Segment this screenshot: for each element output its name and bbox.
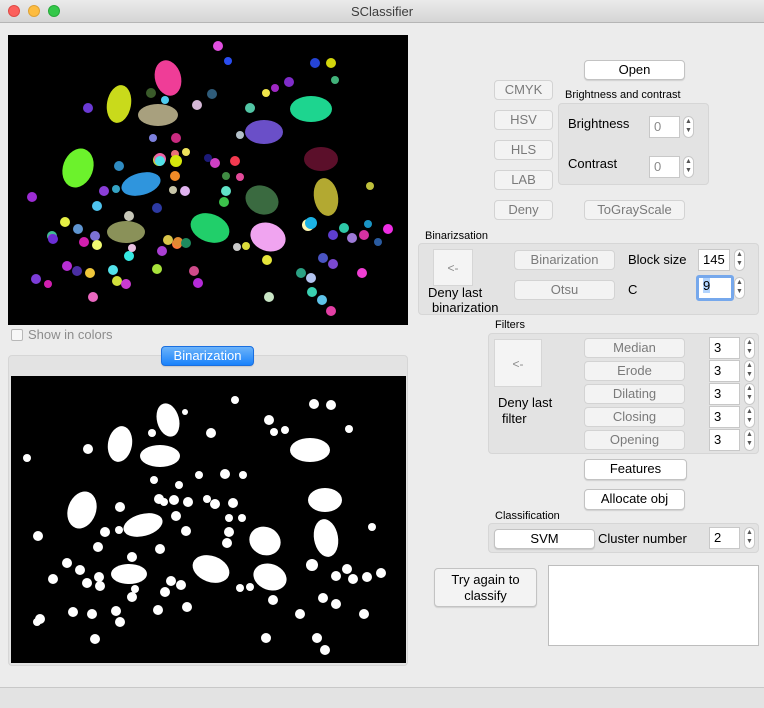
tab-binarization[interactable]: Binarization [161,346,254,366]
try-again-classify-button[interactable]: Try again to classify [434,568,537,607]
cluster-number-stepper[interactable]: ▲ ▼ [744,527,755,549]
classification-title: Classification [495,510,560,522]
median-input[interactable]: 3 [709,337,740,359]
filters-title: Filters [495,319,525,331]
contrast-label: Contrast [568,156,618,171]
binary-image-view [11,376,406,663]
cmyk-button[interactable]: CMYK [494,80,553,100]
cluster-number-label: Cluster number [598,531,687,546]
classification-result-textbox[interactable] [548,565,759,646]
opening-input[interactable]: 3 [709,429,740,451]
try-again-line-2: classify [464,588,507,603]
status-bar [0,687,764,708]
brightness-label: Brightness [568,116,630,131]
block-size-label: Block size [628,252,687,267]
svm-button[interactable]: SVM [494,529,595,549]
deny-last-binarization-button[interactable]: <- [433,249,473,286]
contrast-stepper[interactable]: ▲ ▼ [683,156,694,178]
title-bar: SClassifier [0,0,764,23]
erode-stepper[interactable]: ▲ ▼ [744,360,755,382]
contrast-input[interactable]: 0 [649,156,680,178]
deny-last-filter-label-2: filter [502,411,527,426]
c-input[interactable]: 9 [696,275,734,301]
block-size-stepper[interactable]: ▲ ▼ [734,249,745,271]
brightness-stepper[interactable]: ▲ ▼ [683,116,694,138]
brightness-input[interactable]: 0 [649,116,680,138]
deny-last-filter-label-1: Deny last [498,395,553,410]
show-in-colors-checkbox[interactable] [11,329,23,341]
opening-stepper[interactable]: ▲ ▼ [744,429,755,451]
block-size-input[interactable]: 145 [698,249,730,271]
median-stepper[interactable]: ▲ ▼ [744,337,755,359]
segmented-color-image [27,41,393,316]
deny-button[interactable]: Deny [494,200,553,220]
features-button[interactable]: Features [584,459,687,480]
to-grayscale-button[interactable]: ToGrayScale [584,200,685,220]
deny-last-binarization-label-1: Deny last [428,285,483,300]
closing-input[interactable]: 3 [709,406,740,428]
deny-last-filter-button[interactable]: <- [494,339,542,387]
allocate-obj-button[interactable]: Allocate obj [584,489,685,510]
lab-button[interactable]: LAB [494,170,553,190]
otsu-button[interactable]: Otsu [514,280,615,300]
hsv-button[interactable]: HSV [494,110,553,130]
dilating-stepper[interactable]: ▲ ▼ [744,383,755,405]
c-stepper[interactable]: ▲ ▼ [734,277,745,299]
deny-last-binarization-label-2: binarization [432,300,499,315]
erode-input[interactable]: 3 [709,360,740,382]
closing-stepper[interactable]: ▲ ▼ [744,406,755,428]
brightness-contrast-title: Brightness and contrast [565,89,681,101]
dilating-input[interactable]: 3 [709,383,740,405]
opening-button[interactable]: Opening [584,430,685,450]
binarization-button[interactable]: Binarization [514,250,615,270]
color-image-view [8,35,408,325]
binarized-image [23,396,386,655]
window-title: SClassifier [350,4,414,19]
c-label: C [628,282,638,297]
c-input-value: 9 [703,278,711,293]
closing-button[interactable]: Closing [584,407,685,427]
binarization-title: Binarizsation [425,230,488,242]
hls-button[interactable]: HLS [494,140,553,160]
dilating-button[interactable]: Dilating [584,384,685,404]
open-button[interactable]: Open [584,60,685,80]
cluster-number-input[interactable]: 2 [709,527,740,549]
show-in-colors-label: Show in colors [28,327,113,342]
erode-button[interactable]: Erode [584,361,685,381]
median-button[interactable]: Median [584,338,685,358]
try-again-line-1: Try again to [451,572,520,587]
